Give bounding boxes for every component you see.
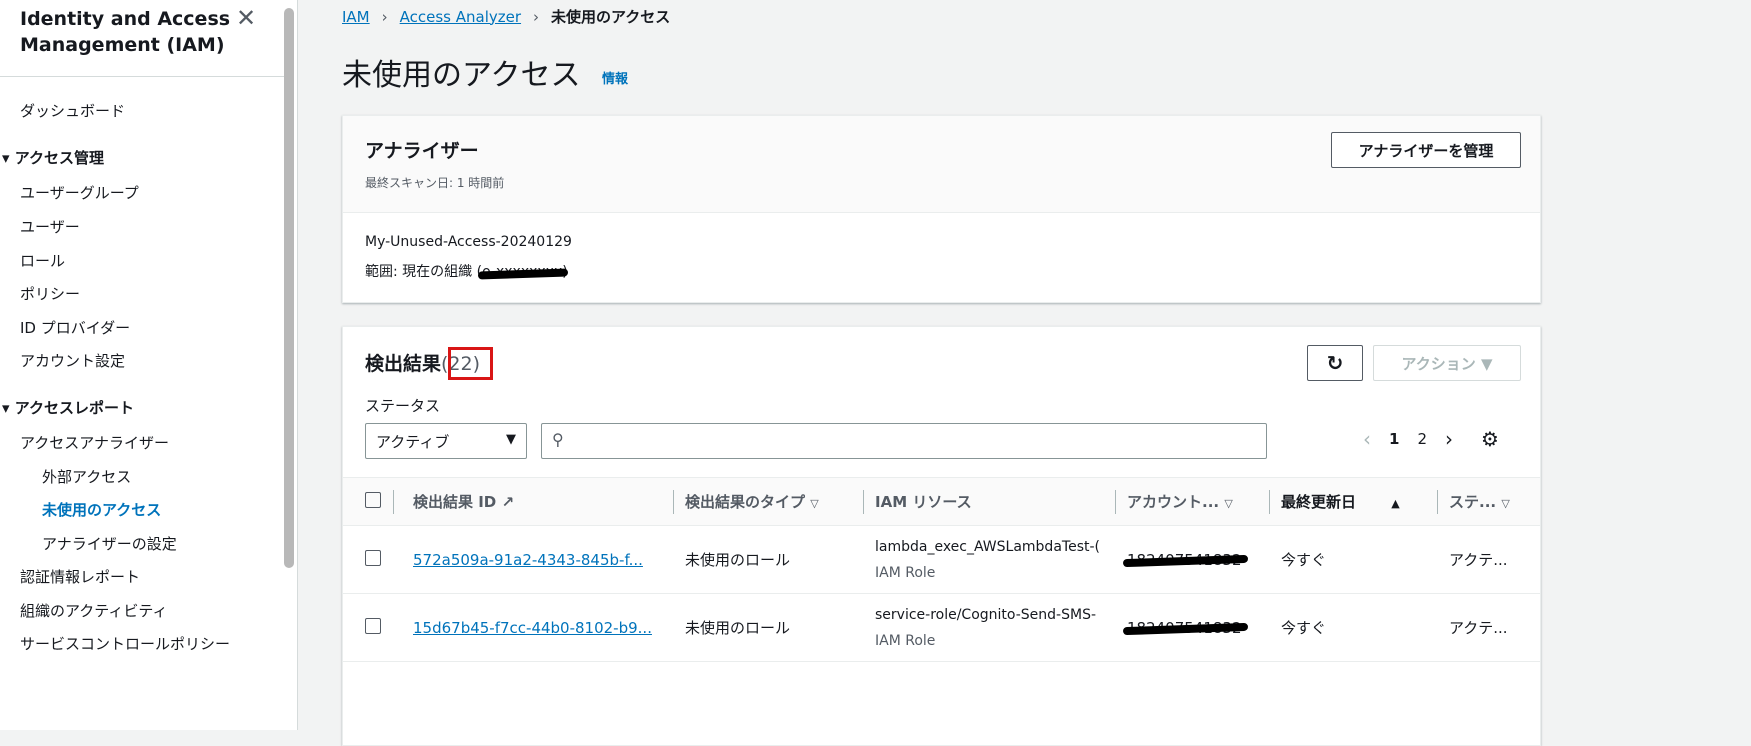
finding-type: 未使用のロール <box>673 593 863 662</box>
col-label: 最終更新日 <box>1281 493 1357 511</box>
sidebar-title: Identity and Access Management (IAM) <box>20 8 231 56</box>
breadcrumb: IAM › Access Analyzer › 未使用のアクセス <box>342 6 670 27</box>
col-finding-id[interactable]: 検出結果 ID ↗ <box>393 477 673 526</box>
account-id-redacted: 182407541832 <box>1127 618 1242 637</box>
sidebar-item-account-settings[interactable]: アカウント設定 <box>20 350 125 371</box>
caret-down-icon: ▼ <box>506 432 516 447</box>
prev-page-icon[interactable]: ‹ <box>1363 427 1371 451</box>
col-account[interactable]: アカウント... ▽ <box>1115 477 1269 526</box>
analyzer-panel: アナライザー 最終スキャン日: 1 時間前 アナライザーを管理 My-Unuse… <box>342 115 1541 303</box>
next-page-icon[interactable]: › <box>1445 427 1453 451</box>
sidebar-item-credential-report[interactable]: 認証情報レポート <box>20 566 140 587</box>
refresh-button[interactable]: ↻ <box>1307 345 1363 381</box>
last-updated: 今すぐ <box>1269 593 1437 662</box>
main-content: IAM › Access Analyzer › 未使用のアクセス 未使用のアクセ… <box>298 0 1751 746</box>
analyzer-scope: 範囲: 現在の組織 (o-xxxxxxxx) <box>365 261 568 281</box>
page-2[interactable]: 2 <box>1417 430 1427 448</box>
manage-analyzer-button[interactable]: アナライザーを管理 <box>1331 132 1521 168</box>
finding-id-link[interactable]: 572a509a-91a2-4343-845b-f... <box>413 551 643 569</box>
sidebar-item-user-groups[interactable]: ユーザーグループ <box>20 182 139 203</box>
resource-type: IAM Role <box>875 632 936 649</box>
last-updated: 今すぐ <box>1269 525 1437 594</box>
table-row: 15d67b45-f7cc-44b0-8102-b9... 未使用のロール se… <box>343 593 1540 662</box>
sidebar-item-scp[interactable]: サービスコントロールポリシー <box>20 633 230 654</box>
external-link-icon: ↗ <box>501 493 515 511</box>
sort-asc-icon: ▲ <box>1391 497 1400 510</box>
sidebar-item-org-activity[interactable]: 組織のアクティビティ <box>20 600 167 621</box>
sort-icon: ▽ <box>810 497 819 510</box>
sidebar: Identity and Access Management (IAM) ✕ ダ… <box>0 0 298 730</box>
findings-title-text: 検出結果 <box>365 353 442 375</box>
resource-name: lambda_exec_AWSLambdaTest-( <box>875 538 1100 555</box>
breadcrumb-access-analyzer[interactable]: Access Analyzer <box>400 8 521 26</box>
col-last-updated[interactable]: 最終更新日 ▲ <box>1269 477 1437 526</box>
sort-icon: ▽ <box>1224 497 1233 510</box>
row-checkbox[interactable] <box>365 617 381 634</box>
col-finding-type[interactable]: 検出結果のタイプ ▽ <box>673 477 863 526</box>
col-label: 検出結果 ID <box>413 493 497 511</box>
gear-icon[interactable]: ⚙ <box>1481 427 1499 451</box>
table-row: 572a509a-91a2-4343-845b-f... 未使用のロール lam… <box>343 525 1540 594</box>
status-select[interactable]: アクティブ ▼ <box>365 423 527 459</box>
last-scan: 最終スキャン日: 1 時間前 <box>365 176 505 190</box>
pagination: ‹ 1 2 › ⚙ <box>1363 427 1499 451</box>
select-all-checkbox[interactable] <box>365 491 381 508</box>
sidebar-scrollbar[interactable] <box>284 8 294 568</box>
scope-label: 範囲: 現在の組織 ( <box>365 264 483 280</box>
sidebar-item-external-access[interactable]: 外部アクセス <box>42 466 131 487</box>
sidebar-item-dashboard[interactable]: ダッシュボード <box>20 100 125 121</box>
sidebar-item-roles[interactable]: ロール <box>20 250 65 271</box>
caret-down-icon: ▾ <box>2 149 15 167</box>
sidebar-item-policies[interactable]: ポリシー <box>20 283 80 304</box>
col-label: IAM リソース <box>875 493 972 511</box>
analyzer-name: My-Unused-Access-20240129 <box>365 234 572 250</box>
status: アクテ... <box>1437 593 1540 662</box>
row-checkbox[interactable] <box>365 549 381 566</box>
findings-table: 検出結果 ID ↗ 検出結果のタイプ ▽ IAM リソース アカウント... ▽… <box>343 477 1540 662</box>
caret-down-icon: ▾ <box>2 399 15 417</box>
finding-id-link[interactable]: 15d67b45-f7cc-44b0-8102-b9... <box>413 619 652 637</box>
chevron-right-icon: › <box>381 7 388 26</box>
findings-panel: 検出結果(22) ↻ アクション ▼ ステータス アクティブ ▼ ⚲ ‹ 1 2 … <box>342 326 1541 746</box>
highlight-box <box>448 347 493 380</box>
account-id-redacted: 182407541832 <box>1127 550 1242 569</box>
section-label: アクセスレポート <box>14 399 135 417</box>
refresh-icon: ↻ <box>1326 351 1344 375</box>
close-icon[interactable]: ✕ <box>236 4 256 32</box>
section-label: アクセス管理 <box>14 149 105 167</box>
page-title: 未使用のアクセス <box>342 58 581 93</box>
sidebar-section-access-management[interactable]: ▾ アクセス管理 <box>2 147 104 168</box>
status: アクテ... <box>1437 525 1540 594</box>
resource-type: IAM Role <box>875 564 936 581</box>
sidebar-item-analyzer-settings[interactable]: アナライザーの設定 <box>42 533 177 554</box>
col-label: 検出結果のタイプ <box>685 493 806 511</box>
info-link[interactable]: 情報 <box>602 68 628 87</box>
sidebar-item-users[interactable]: ユーザー <box>20 216 80 237</box>
status-label: ステータス <box>365 397 441 415</box>
actions-button[interactable]: アクション ▼ <box>1373 345 1521 381</box>
resource-name: service-role/Cognito-Send-SMS- <box>875 606 1097 623</box>
status-value: アクティブ <box>376 433 450 451</box>
breadcrumb-iam[interactable]: IAM <box>342 8 370 26</box>
sidebar-item-id-providers[interactable]: ID プロバイダー <box>20 317 130 338</box>
search-input[interactable]: ⚲ <box>541 423 1267 459</box>
sidebar-item-access-analyzer[interactable]: アクセスアナライザー <box>20 432 169 453</box>
col-label: アカウント... <box>1127 493 1220 511</box>
page-1[interactable]: 1 <box>1389 430 1399 448</box>
col-iam-resource[interactable]: IAM リソース <box>863 477 1115 526</box>
col-label: ステ... <box>1449 493 1497 511</box>
search-icon: ⚲ <box>552 430 564 449</box>
sidebar-item-unused-access[interactable]: 未使用のアクセス <box>42 499 161 520</box>
redacted-org-id: o-xxxxxxxx <box>482 264 563 280</box>
divider <box>0 76 285 77</box>
finding-type: 未使用のロール <box>673 525 863 594</box>
analyzer-title: アナライザー <box>365 140 479 162</box>
breadcrumb-current: 未使用のアクセス <box>551 8 671 26</box>
sidebar-section-access-reports[interactable]: ▾ アクセスレポート <box>2 397 134 418</box>
sort-icon: ▽ <box>1501 497 1510 510</box>
chevron-right-icon: › <box>533 7 540 26</box>
col-status[interactable]: ステ... ▽ <box>1437 477 1540 526</box>
